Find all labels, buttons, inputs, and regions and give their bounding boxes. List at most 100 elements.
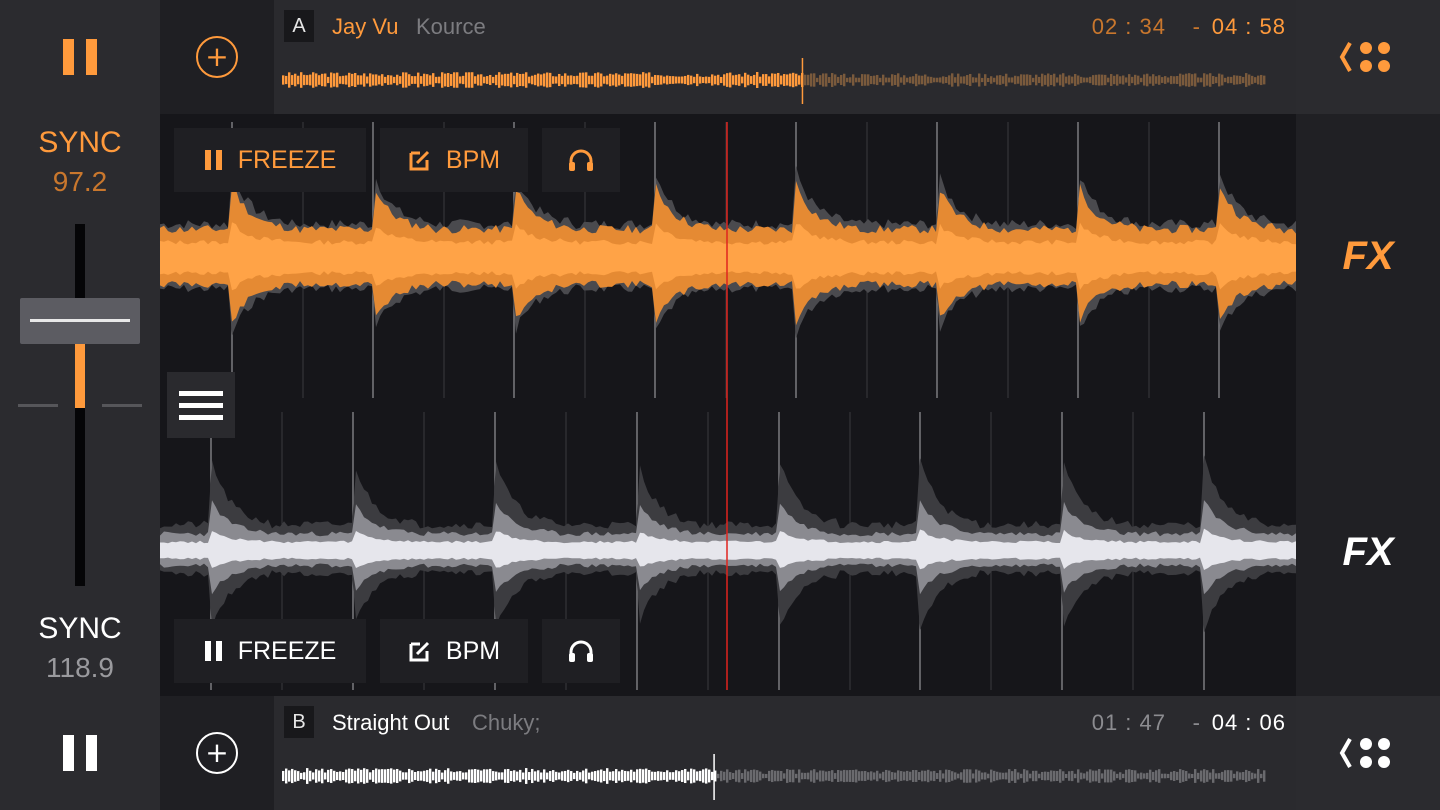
overview-bar [336, 72, 339, 88]
overview-bar [651, 771, 654, 781]
overview-bar [408, 768, 411, 784]
deck-a-sync-button[interactable]: SYNC [0, 126, 160, 160]
overview-bar [321, 768, 324, 784]
overview-bar [735, 74, 738, 86]
overview-bar [543, 769, 546, 783]
deck-a-add-track-button[interactable]: + [160, 0, 274, 114]
overview-bar [393, 76, 396, 84]
overview-bar [618, 771, 621, 781]
overview-bar [309, 770, 312, 782]
overview-bar [867, 772, 870, 780]
overview-bar [582, 770, 585, 782]
crossfader-handle[interactable] [20, 298, 140, 344]
overview-bar [777, 770, 780, 782]
overview-bar [648, 72, 651, 88]
overview-bar [900, 77, 903, 83]
overview-bar [879, 77, 882, 83]
overview-bar [1014, 769, 1017, 783]
deck-b-headphones-button[interactable] [542, 619, 620, 683]
overview-bar [930, 76, 933, 84]
overview-bar [570, 75, 573, 85]
overview-bar [750, 769, 753, 783]
overview-bar [1221, 771, 1224, 781]
edit-icon [408, 148, 432, 172]
overview-bar [687, 74, 690, 86]
overview-bar [429, 768, 432, 784]
overview-bar [399, 770, 402, 782]
overview-bar [483, 769, 486, 783]
overview-bar [1170, 75, 1173, 85]
deck-b-freeze-button[interactable]: FREEZE [174, 619, 366, 683]
overview-bar [732, 772, 735, 780]
overview-bar [435, 768, 438, 784]
overview-bar [1146, 73, 1149, 87]
overview-bar [456, 771, 459, 781]
overview-bar [423, 73, 426, 87]
deck-a-freeze-label: FREEZE [237, 145, 337, 174]
overview-bar [1158, 75, 1161, 85]
overview-bar [306, 75, 309, 85]
deck-a-time-separator: - [1192, 14, 1200, 39]
deck-b-overview-waveform[interactable] [274, 750, 1296, 802]
overview-bar [1059, 74, 1062, 86]
overview-bar [795, 73, 798, 87]
overview-bar [573, 772, 576, 780]
overview-bar [1194, 769, 1197, 783]
deck-b-switch-button[interactable] [1296, 696, 1440, 810]
deck-b-play-button[interactable] [0, 696, 160, 810]
overview-bar [1107, 769, 1110, 783]
overview-bar [672, 772, 675, 780]
overview-bar [1140, 772, 1143, 780]
deck-a-fx-button[interactable]: FX [1296, 234, 1440, 279]
overview-bar [678, 76, 681, 84]
overview-bar [387, 75, 390, 85]
overview-bar [984, 772, 987, 780]
overview-bar [1170, 771, 1173, 781]
waveform-display[interactable] [160, 114, 1296, 696]
overview-bar [735, 770, 738, 782]
overview-bar [480, 74, 483, 86]
deck-a-track-info[interactable]: A Jay Vu Kource 02 : 34 - 04 : 58 [274, 0, 1296, 114]
deck-b-fx-button[interactable]: FX [1296, 530, 1440, 575]
overview-bar [507, 769, 510, 783]
overview-bar [1086, 77, 1089, 83]
overview-bar [591, 771, 594, 781]
deck-a-switch-button[interactable] [1296, 0, 1440, 114]
deck-b-track-info[interactable]: B Straight Out Chuky; 01 : 47 - 04 : 06 [274, 696, 1296, 810]
deck-b-bpm-button[interactable]: BPM [380, 619, 528, 683]
overview-bar [720, 770, 723, 782]
overview-bar [915, 73, 918, 87]
waveform-area[interactable]: FREEZE BPM FREEZE BPM [160, 114, 1296, 696]
deck-a-headphones-button[interactable] [542, 128, 620, 192]
overview-bar [687, 771, 690, 781]
overview-bar [906, 77, 909, 83]
overview-bar [441, 772, 444, 780]
overview-bar [1044, 771, 1047, 781]
overview-bar [846, 77, 849, 83]
overview-bar [1251, 75, 1254, 85]
deck-a-play-button[interactable] [0, 0, 160, 114]
deck-a-bpm-button[interactable]: BPM [380, 128, 528, 192]
overview-bar [1179, 769, 1182, 783]
overview-bar [477, 74, 480, 86]
overview-bar [681, 76, 684, 84]
overview-bar [888, 770, 891, 782]
overview-bar [1122, 773, 1125, 779]
deck-a-freeze-button[interactable]: FREEZE [174, 128, 366, 192]
overview-bar [1203, 73, 1206, 87]
deck-b-sync-button[interactable]: SYNC [0, 612, 160, 646]
overview-bar [519, 74, 522, 86]
overview-bar [1245, 73, 1248, 87]
deck-a-overview-waveform[interactable] [274, 54, 1296, 106]
overview-bar [1023, 769, 1026, 783]
menu-button[interactable] [167, 372, 235, 438]
overview-bar [927, 769, 930, 783]
overview-bar [900, 771, 903, 781]
deck-b-add-track-button[interactable]: + [160, 696, 274, 810]
overview-bar [390, 75, 393, 85]
freeze-pause-icon [204, 149, 224, 171]
overview-bar [870, 771, 873, 781]
overview-bar [444, 73, 447, 87]
overview-bar [444, 770, 447, 782]
overview-bar [939, 77, 942, 83]
